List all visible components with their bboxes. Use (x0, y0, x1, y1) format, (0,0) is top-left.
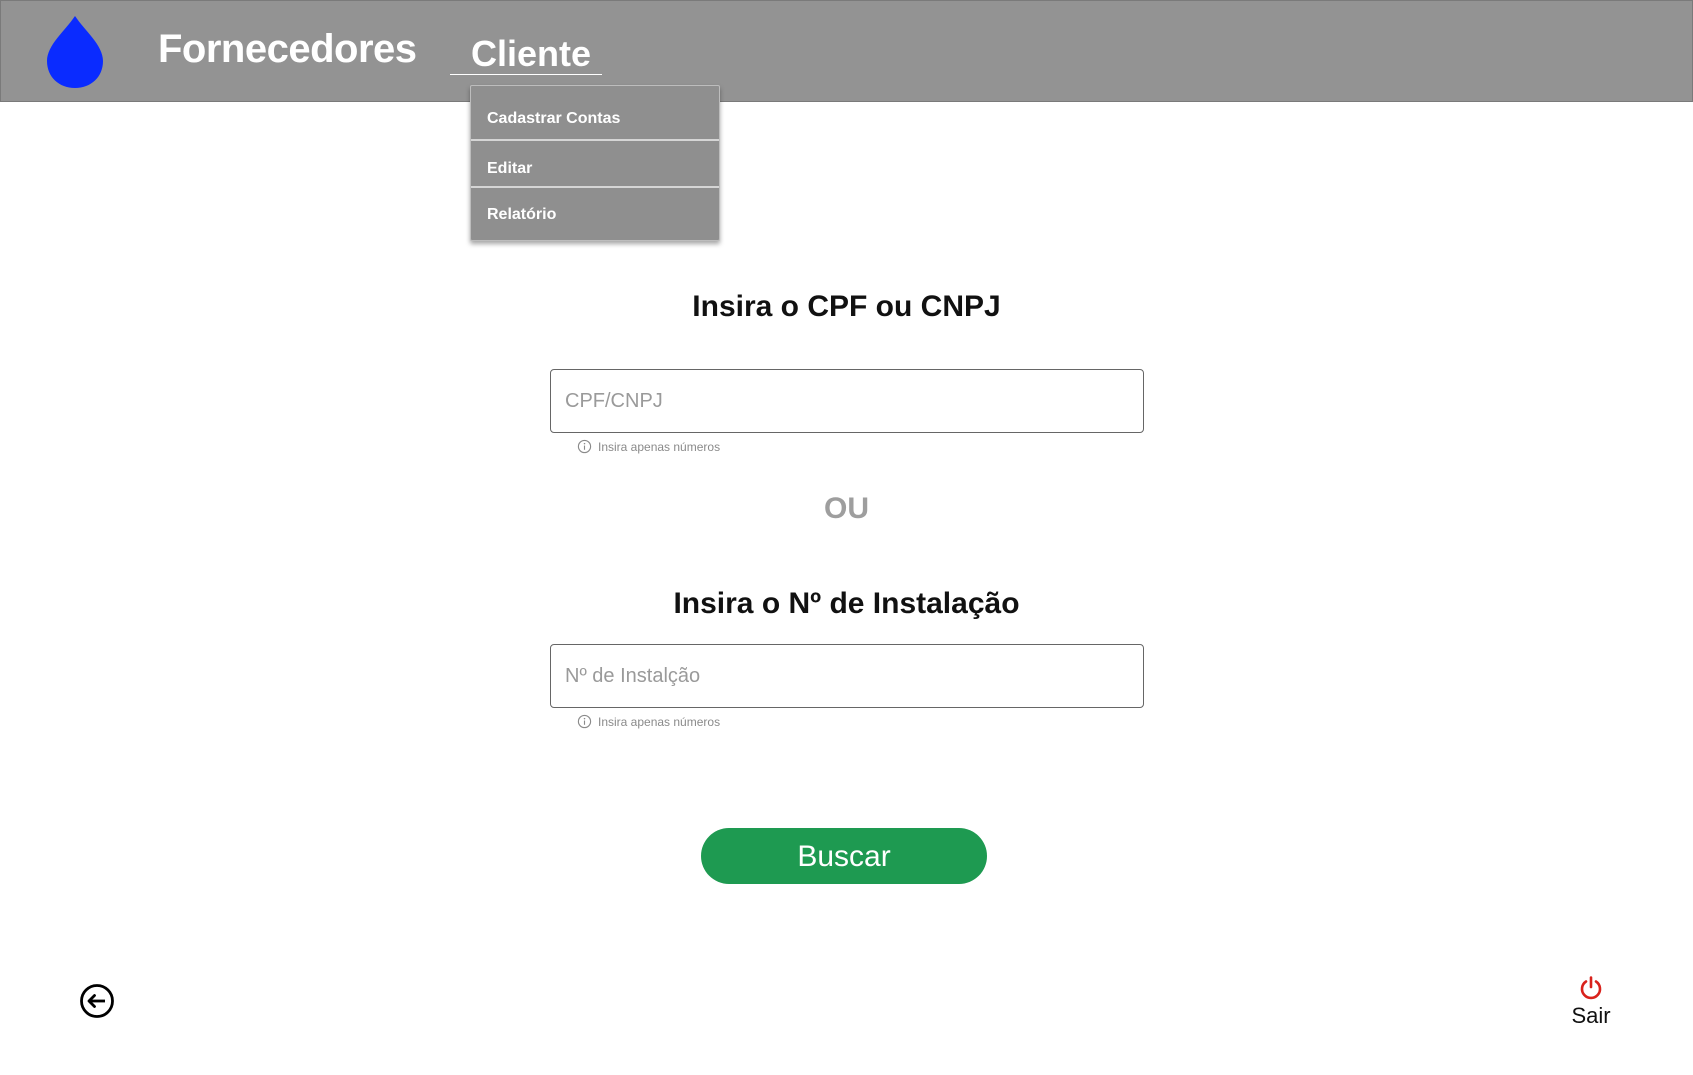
installation-heading: Insira o Nº de Instalação (673, 587, 1020, 620)
cliente-dropdown-menu: Cadastrar Contas Editar Relatório (470, 85, 720, 241)
nav-fornecedores[interactable]: Fornecedores (158, 27, 417, 72)
menu-item-relatorio[interactable]: Relatório (471, 188, 719, 240)
info-icon (577, 439, 592, 454)
power-icon (1580, 976, 1602, 1000)
menu-item-editar[interactable]: Editar (471, 141, 719, 188)
menu-item-cadastrar-contas[interactable]: Cadastrar Contas (471, 86, 719, 141)
installation-number-input[interactable] (551, 645, 1143, 707)
cpf-heading: Insira o CPF ou CNPJ (692, 290, 1001, 323)
cpf-cnpj-input[interactable] (551, 370, 1143, 432)
search-button[interactable]: Buscar (701, 828, 987, 884)
info-icon (577, 714, 592, 729)
installation-hint: Insira apenas números (577, 714, 720, 729)
top-navigation-bar: Fornecedores Cliente (0, 0, 1693, 102)
logout-label: Sair (1571, 1003, 1611, 1028)
or-separator: OU (824, 492, 869, 525)
installation-hint-text: Insira apenas números (598, 714, 721, 729)
installation-field-container (550, 644, 1144, 708)
back-arrow-circle-icon[interactable] (79, 983, 115, 1019)
water-drop-icon[interactable] (45, 15, 105, 89)
cpf-hint-text: Insira apenas números (598, 439, 721, 454)
cpf-field-container (550, 369, 1144, 433)
nav-cliente-menu[interactable]: Cliente (450, 33, 602, 75)
cpf-hint: Insira apenas números (577, 439, 720, 454)
logout-button[interactable]: Sair (1563, 975, 1619, 1029)
